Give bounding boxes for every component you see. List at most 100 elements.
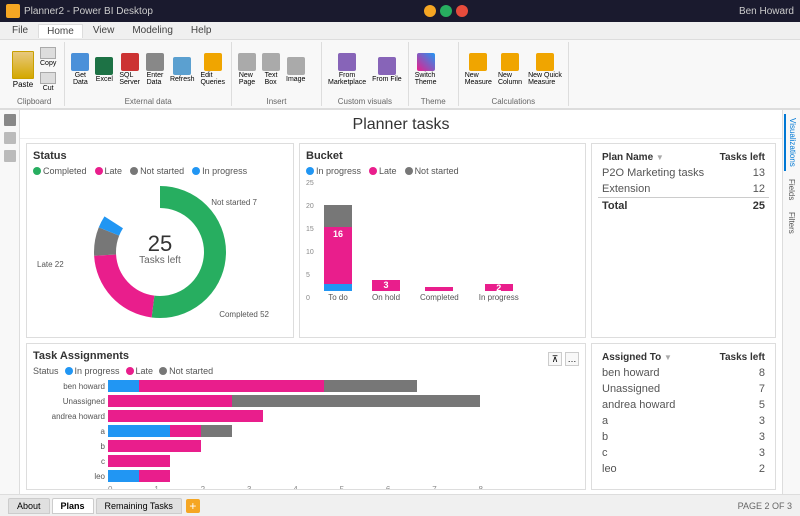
tab-modeling[interactable]: Modeling [124, 24, 181, 37]
ribbon-group-theme: SwitchTheme Theme [409, 42, 459, 106]
bucket-y-axis: 25 20 15 10 5 0 [306, 180, 322, 302]
completed-float-label: Completed 52 [219, 310, 269, 319]
assigned-tasks-5: 3 [701, 429, 769, 445]
quick-measure-button[interactable]: New QuickMeasure [526, 51, 564, 88]
maximize-button[interactable] [440, 5, 452, 17]
get-data-button[interactable]: GetData [69, 51, 91, 88]
sidebar-data-icon[interactable] [4, 132, 16, 144]
workspace: Planner tasks Status Completed Late [0, 110, 800, 494]
bar-completed: Completed [420, 287, 459, 302]
bar-ben-inprogress [108, 380, 139, 392]
theme-group-label: Theme [413, 97, 454, 106]
from-file-label: From File [372, 76, 402, 83]
plan-table: Plan Name ▼ Tasks left P2O Marketing tas… [598, 150, 769, 214]
from-file-button[interactable]: From File [370, 55, 404, 85]
more-options-icon[interactable]: … [565, 352, 579, 366]
tab-help[interactable]: Help [183, 24, 220, 37]
bar-unassigned-late [108, 395, 232, 407]
new-column-button[interactable]: NewColumn [496, 51, 524, 88]
window-controls[interactable] [424, 5, 468, 17]
refresh-icon [173, 57, 191, 75]
bucket-panel: Bucket In progress Late Not started [299, 143, 586, 338]
assigned-sort-icon[interactable]: ▼ [664, 353, 672, 362]
bar-onhold: 3 On hold [372, 280, 400, 302]
status-bar: About Plans Remaining Tasks + PAGE 2 OF … [0, 494, 800, 516]
dashboard: Planner tasks Status Completed Late [20, 110, 782, 494]
tab-remaining[interactable]: Remaining Tasks [96, 498, 182, 514]
x-0: 0 [108, 485, 112, 490]
add-tab-button[interactable]: + [186, 499, 200, 513]
assigned-tasks-6: 3 [701, 445, 769, 461]
bar-a-late [170, 425, 201, 437]
task-bars-b [108, 440, 201, 452]
excel-button[interactable]: Excel [93, 55, 115, 85]
right-tab-fields[interactable]: Fields [785, 175, 798, 204]
right-sidebar: Visualizations Fields Filters [782, 110, 800, 494]
assigned-table-body: ben howard 8 Unassigned 7 andrea howard … [598, 365, 769, 477]
bottom-row: Task Assignments Status In progress Late [26, 343, 776, 490]
tab-home[interactable]: Home [38, 24, 83, 38]
edit-queries-button[interactable]: EditQueries [198, 51, 227, 88]
close-button[interactable] [456, 5, 468, 17]
todo-inprogress [324, 284, 352, 291]
new-measure-button[interactable]: NewMeasure [463, 51, 494, 88]
bucket-legend-late: Late [369, 166, 397, 176]
custom-group-label: Custom visuals [326, 97, 404, 106]
plan-name-2: Extension [598, 181, 713, 198]
onhold-late-label: 3 [384, 280, 389, 290]
text-box-button[interactable]: TextBox [260, 51, 282, 88]
plan-tasks-2: 12 [713, 181, 769, 198]
page-info: PAGE 2 OF 3 [738, 501, 792, 511]
assigned-to-header: Assigned To ▼ [598, 350, 701, 365]
y-25: 25 [306, 180, 322, 187]
y-0: 0 [306, 295, 322, 302]
calc-group-label: Calculations [463, 97, 564, 106]
paste-button[interactable]: Paste [10, 49, 36, 91]
legend-completed: Completed [33, 166, 87, 176]
assigned-tasks-3: 5 [701, 397, 769, 413]
enter-data-button[interactable]: EnterData [144, 51, 166, 88]
bucket-title: Bucket [306, 150, 579, 162]
refresh-button[interactable]: Refresh [168, 55, 197, 85]
bar-c-late [108, 455, 170, 467]
plan-tasks-1: 13 [713, 165, 769, 181]
tab-plans[interactable]: Plans [52, 498, 94, 514]
get-data-icon [71, 53, 89, 71]
onhold-xlabel: On hold [372, 293, 400, 302]
filter-icon[interactable]: ⊼ [548, 352, 562, 366]
assigned-name-5: b [598, 429, 701, 445]
right-tab-filters[interactable]: Filters [785, 208, 798, 238]
sidebar-report-icon[interactable] [4, 114, 16, 126]
sidebar-model-icon[interactable] [4, 150, 16, 162]
inprogress-dot [192, 167, 200, 175]
plan-table-body: P2O Marketing tasks 13 Extension 12 Tota… [598, 165, 769, 214]
new-page-label: NewPage [239, 72, 255, 86]
image-icon [287, 57, 305, 75]
tab-file[interactable]: File [4, 24, 36, 37]
refresh-label: Refresh [170, 76, 195, 83]
y-5: 5 [306, 272, 322, 279]
plan-sort-icon[interactable]: ▼ [656, 153, 664, 162]
new-page-button[interactable]: NewPage [236, 51, 258, 88]
image-button[interactable]: Image [284, 55, 307, 85]
bucket-legend: In progress Late Not started [306, 166, 579, 176]
theme-button[interactable]: SwitchTheme [413, 51, 439, 88]
task-name-unassigned: Unassigned [33, 397, 105, 406]
copy-button[interactable]: Copy [38, 45, 58, 69]
task-x-axis: 0 1 2 3 4 5 6 7 8 [108, 485, 579, 490]
assigned-name-3: andrea howard [598, 397, 701, 413]
sql-button[interactable]: SQLServer [117, 51, 142, 88]
tab-about[interactable]: About [8, 498, 50, 514]
cut-button[interactable]: Cut [38, 70, 58, 94]
ribbon-tab-bar: File Home View Modeling Help [0, 22, 800, 40]
right-tab-visualizations[interactable]: Visualizations [784, 114, 799, 171]
dashboard-content: Status Completed Late Not started [20, 139, 782, 494]
task-row-unassigned: Unassigned [33, 395, 579, 407]
task-name-a: a [33, 427, 105, 436]
title-bar: Planner2 - Power BI Desktop Ben Howard [0, 0, 800, 22]
completed-late [425, 287, 453, 291]
minimize-button[interactable] [424, 5, 436, 17]
assigned-name-7: leo [598, 461, 701, 477]
tab-view[interactable]: View [85, 24, 123, 37]
marketplace-button[interactable]: FromMarketplace [326, 51, 368, 88]
